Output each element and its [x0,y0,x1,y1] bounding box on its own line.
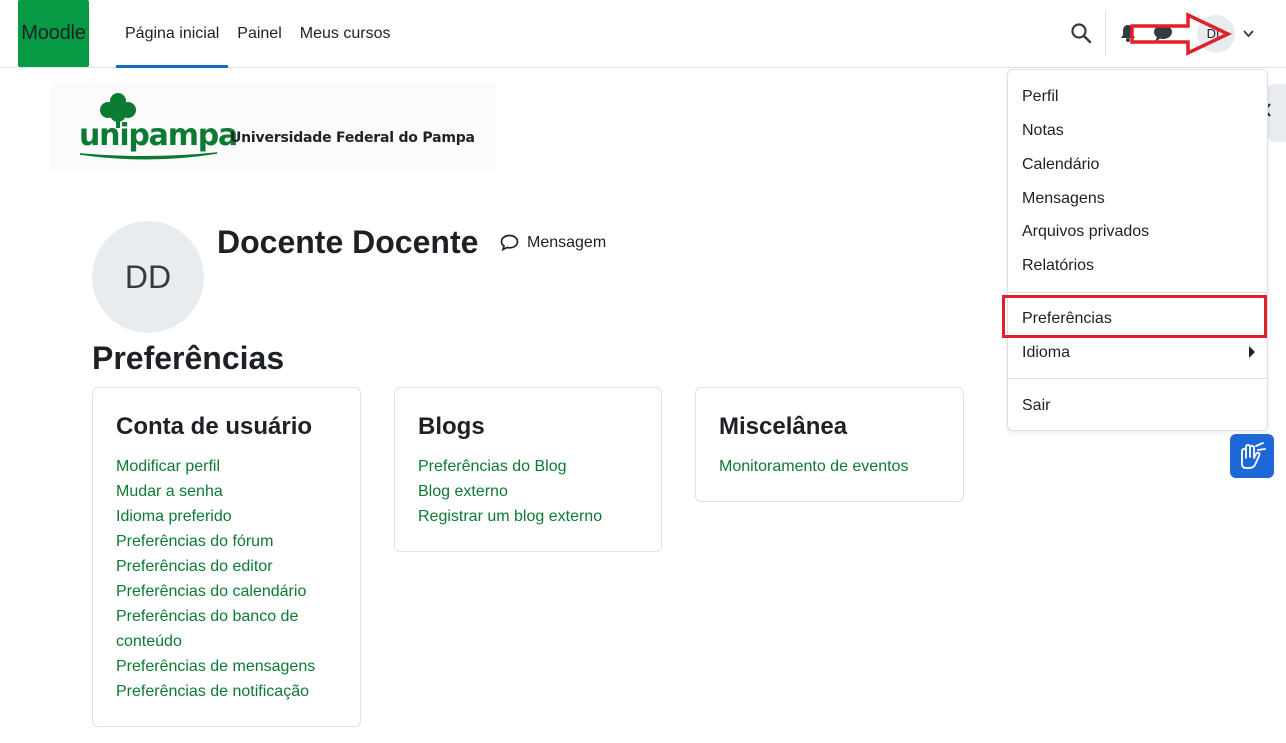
link-notification-preferences[interactable]: Preferências de notificação [116,679,360,704]
menu-item-language[interactable]: Idioma [1022,344,1070,362]
link-calendar-preferences[interactable]: Preferências do calendário [116,579,360,604]
annotation-highlight-box [1002,295,1267,338]
menu-divider [1008,378,1267,379]
card-link-list: Preferências do Blog Blog externo Regist… [418,454,661,529]
card-blogs: Blogs Preferências do Blog Blog externo … [394,387,662,552]
annotation-arrow [1130,12,1232,56]
logo-subtitle: Universidade Federal do Pampa [230,130,475,146]
menu-item-reports[interactable]: Relatórios [1022,257,1094,275]
logo-swoosh [79,152,218,160]
link-editor-preferences[interactable]: Preferências do editor [116,554,360,579]
link-event-monitoring[interactable]: Monitoramento de eventos [719,454,963,479]
menu-item-profile[interactable]: Perfil [1022,88,1058,106]
menu-item-grades[interactable]: Notas [1022,122,1064,140]
card-miscellaneous: Miscelânea Monitoramento de eventos [695,387,964,502]
send-message-link[interactable]: Mensagem [527,234,606,252]
card-link-list: Modificar perfil Mudar a senha Idioma pr… [116,454,360,704]
menu-item-calendar[interactable]: Calendário [1022,156,1099,174]
link-edit-profile[interactable]: Modificar perfil [116,454,360,479]
link-preferred-language[interactable]: Idioma preferido [116,504,360,529]
profile-avatar: DD [92,221,204,333]
menu-divider [1008,292,1267,293]
navbar-divider [1105,10,1106,56]
link-blog-preferences[interactable]: Preferências do Blog [418,454,661,479]
link-external-blog[interactable]: Blog externo [418,479,661,504]
search-icon[interactable] [1070,22,1092,44]
link-register-external-blog[interactable]: Registrar um blog externo [418,504,661,529]
menu-item-logout[interactable]: Sair [1022,397,1050,415]
site-brand-logo[interactable]: Moodle [18,0,89,67]
card-link-list: Monitoramento de eventos [719,454,963,479]
card-title: Miscelânea [719,413,848,440]
link-content-bank-preferences[interactable]: Preferências do banco de [116,604,360,629]
sign-language-accessibility-button[interactable] [1230,434,1274,478]
menu-item-private-files[interactable]: Arquivos privados [1022,223,1149,241]
nav-my-courses-link[interactable]: Meus cursos [291,0,400,67]
nav-dashboard-link[interactable]: Painel [228,0,290,67]
primary-navigation: Página inicial Painel Meus cursos [116,0,400,68]
card-user-account: Conta de usuário Modificar perfil Mudar … [92,387,361,727]
nav-home-link[interactable]: Página inicial [116,0,229,68]
submenu-arrow-icon [1249,346,1255,358]
link-content-bank-preferences-cont[interactable]: conteúdo [116,629,360,654]
chevron-down-icon[interactable] [1242,27,1255,40]
top-navbar: Moodle Página inicial Painel Meus cursos… [0,0,1286,68]
message-bubble-icon[interactable] [500,234,519,251]
card-title: Conta de usuário [116,413,313,440]
profile-user-name: Docente Docente [217,224,479,260]
card-title: Blogs [418,413,485,440]
link-message-preferences[interactable]: Preferências de mensagens [116,654,360,679]
link-change-password[interactable]: Mudar a senha [116,479,360,504]
sign-language-hands-icon [1241,442,1266,469]
page-title: Preferências [92,340,285,376]
user-menu-dropdown: Perfil Notas Calendário Mensagens Arquiv… [1007,69,1268,431]
link-forum-preferences[interactable]: Preferências do fórum [116,529,360,554]
menu-item-messages[interactable]: Mensagens [1022,190,1105,208]
